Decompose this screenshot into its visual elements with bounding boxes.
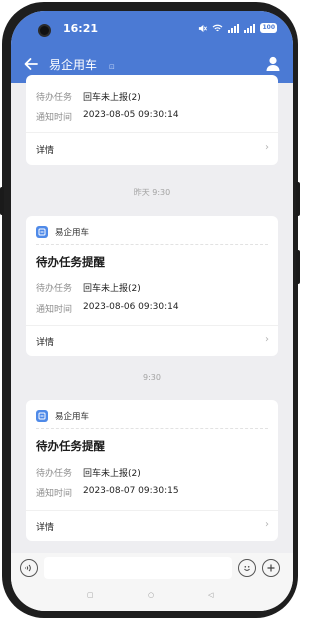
task-value: 回车未上报(2) xyxy=(83,469,141,479)
status-icons: 100 xyxy=(198,22,277,34)
notify-label: 通知时间 xyxy=(36,305,73,315)
notify-value: 2023-08-07 09:30:15 xyxy=(83,486,179,496)
back-arrow-icon[interactable] xyxy=(21,54,41,74)
task-value: 回车未上报(2) xyxy=(83,93,141,103)
chevron-right-icon: › xyxy=(265,334,269,345)
add-button[interactable] xyxy=(262,559,280,577)
message-input[interactable] xyxy=(44,557,232,579)
title-badge: ⊡ xyxy=(109,63,115,71)
card-title: 待办任务提醒 xyxy=(36,439,105,453)
task-row: 待办任务 回车未上报(2) xyxy=(36,281,141,294)
card-header-divider xyxy=(36,428,268,429)
phone-frame: 16:21 100 易企用车 ⊡ 待办任务 回车未上报(2) 通知时间 2023… xyxy=(0,2,300,618)
detail-link[interactable]: 详情 xyxy=(36,520,54,533)
card-divider xyxy=(26,510,278,511)
input-bar xyxy=(11,553,293,583)
detail-link[interactable]: 详情 xyxy=(36,335,54,348)
mute-icon xyxy=(199,24,208,32)
home-icon[interactable]: ○ xyxy=(148,591,154,599)
task-label: 待办任务 xyxy=(36,469,73,479)
emoji-button[interactable] xyxy=(238,559,256,577)
notify-row: 通知时间 2023-08-07 09:30:15 xyxy=(36,486,179,499)
card-divider xyxy=(26,325,278,326)
card-header: 易企用车 xyxy=(36,225,89,239)
status-bar: 16:21 100 xyxy=(11,11,293,45)
screen: 16:21 100 易企用车 ⊡ 待办任务 回车未上报(2) 通知时间 2023… xyxy=(11,11,293,611)
time-separator: 昨天 9:30 xyxy=(133,188,171,197)
message-card: 待办任务 回车未上报(2) 通知时间 2023-08-05 09:30:14 详… xyxy=(26,75,278,165)
side-button-right-upper xyxy=(296,182,300,216)
notify-value: 2023-08-06 09:30:14 xyxy=(83,302,179,312)
chat-area: 待办任务 回车未上报(2) 通知时间 2023-08-05 09:30:14 详… xyxy=(11,75,293,553)
status-time: 16:21 xyxy=(63,22,99,35)
chevron-right-icon: › xyxy=(265,519,269,530)
task-value: 回车未上报(2) xyxy=(83,284,141,294)
time-separator: 9:30 xyxy=(143,373,161,382)
notify-label: 通知时间 xyxy=(36,489,73,499)
notify-row: 通知时间 2023-08-05 09:30:14 xyxy=(36,110,179,123)
side-button-left xyxy=(0,187,4,215)
app-logo-icon xyxy=(36,226,48,238)
card-divider xyxy=(26,132,278,133)
signal-icon-2 xyxy=(244,23,256,33)
voice-icon xyxy=(25,564,31,572)
message-card: 易企用车 待办任务提醒 待办任务 回车未上报(2) 通知时间 2023-08-0… xyxy=(26,400,278,541)
front-camera xyxy=(38,24,51,37)
notify-row: 通知时间 2023-08-06 09:30:14 xyxy=(36,302,179,315)
app-logo-icon xyxy=(36,410,48,422)
emoji-icon xyxy=(244,566,250,571)
side-button-right-lower xyxy=(296,250,300,284)
notify-value: 2023-08-05 09:30:14 xyxy=(83,110,179,120)
task-row: 待办任务 回车未上报(2) xyxy=(36,90,141,103)
page-title: 易企用车 xyxy=(49,58,98,72)
back-nav-icon[interactable]: ◁ xyxy=(208,591,213,599)
card-app-name: 易企用车 xyxy=(55,412,90,422)
card-header: 易企用车 xyxy=(36,409,89,423)
message-card: 易企用车 待办任务提醒 待办任务 回车未上报(2) 通知时间 2023-08-0… xyxy=(26,216,278,356)
card-title: 待办任务提醒 xyxy=(36,255,105,269)
card-header-divider xyxy=(36,244,268,245)
person-icon[interactable] xyxy=(263,54,283,74)
system-nav-bar: ▢ ○ ◁ xyxy=(11,583,293,611)
task-label: 待办任务 xyxy=(36,93,73,103)
add-icon xyxy=(267,564,275,572)
recents-icon[interactable]: ▢ xyxy=(87,591,94,599)
battery-icon: 100 xyxy=(260,23,277,33)
detail-link[interactable]: 详情 xyxy=(36,143,54,156)
task-label: 待办任务 xyxy=(36,284,73,294)
voice-button[interactable] xyxy=(20,559,38,577)
card-app-name: 易企用车 xyxy=(55,228,90,238)
task-row: 待办任务 回车未上报(2) xyxy=(36,466,141,479)
notify-label: 通知时间 xyxy=(36,113,73,123)
wifi-icon xyxy=(213,24,223,31)
signal-icon-1 xyxy=(228,23,240,33)
chevron-right-icon: › xyxy=(265,142,269,153)
